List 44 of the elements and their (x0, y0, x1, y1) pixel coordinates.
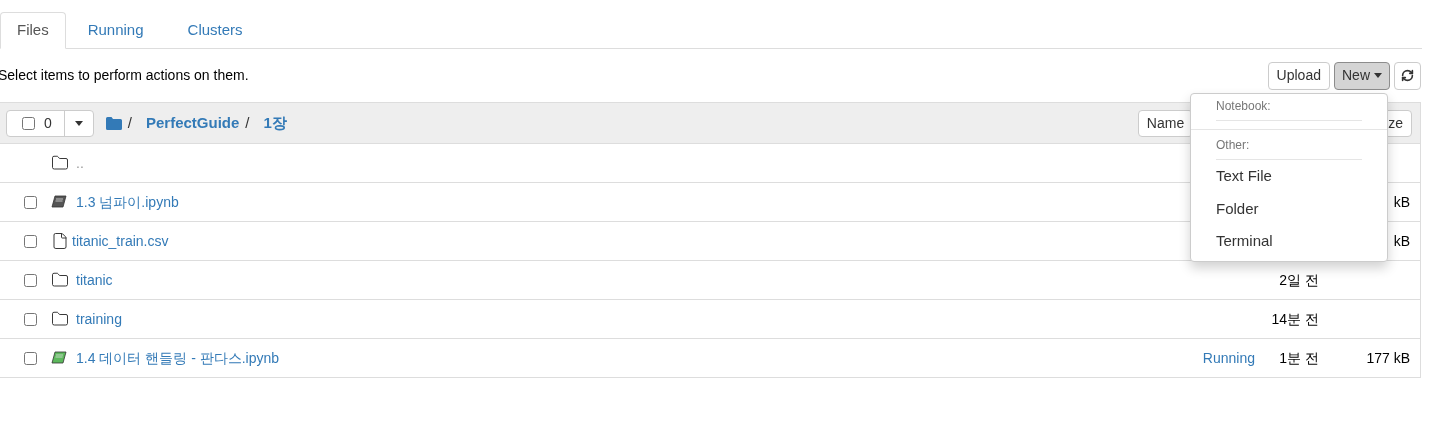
path-separator: / (245, 112, 250, 133)
file-size: kB (1393, 193, 1410, 210)
checkbox[interactable] (24, 351, 37, 365)
file-link[interactable]: titanic_train.csv (72, 230, 169, 252)
tab[interactable]: Clusters (165, 12, 265, 49)
menu-section-header: Other: (1216, 136, 1362, 160)
file-link[interactable]: .. (76, 152, 84, 174)
path-separator: / (127, 112, 132, 133)
folder-icon[interactable] (105, 116, 122, 130)
breadcrumb-link[interactable]: 1장 (263, 111, 287, 135)
breadcrumb-link[interactable]: PerfectGuide (145, 111, 240, 135)
file-link[interactable]: 1.3 넘파이.ipynb (76, 191, 179, 213)
caret-icon (1374, 73, 1382, 78)
file-link[interactable]: titanic (76, 269, 113, 291)
refresh-button[interactable] (1394, 61, 1421, 90)
menu-section-header: Notebook: (1216, 97, 1362, 121)
tab[interactable]: Files (0, 12, 66, 49)
menu-item[interactable]: Terminal (1191, 225, 1387, 258)
checkbox[interactable] (22, 116, 35, 130)
new-button[interactable]: New (1334, 61, 1390, 90)
select-all-control[interactable]: 0 (6, 109, 94, 137)
status-text: Running (1202, 348, 1255, 368)
menu-item[interactable]: Folder (1191, 192, 1387, 225)
caret-icon (74, 120, 83, 126)
checkbox[interactable] (24, 195, 37, 209)
file-link[interactable]: 1.4 데이터 핸들링 - 판다스.ipynb (76, 347, 280, 369)
file-size: 177 kB (1366, 349, 1410, 366)
folder-icon (51, 154, 69, 172)
selection-count: 0 (44, 113, 52, 133)
file-size: kB (1393, 232, 1410, 249)
checkbox[interactable] (24, 234, 37, 248)
upload-button[interactable]: Upload (1267, 61, 1330, 90)
folder-icon (51, 310, 69, 328)
folder-icon (51, 271, 69, 289)
tab[interactable]: Running (65, 12, 166, 49)
checkbox[interactable] (24, 312, 37, 326)
file-icon (51, 232, 69, 250)
refresh-icon (1401, 69, 1414, 82)
modified-time: 1분 전 (1279, 349, 1319, 366)
menu-item[interactable]: Text File (1191, 160, 1387, 193)
checkbox[interactable] (24, 273, 37, 287)
file-link[interactable]: training (76, 308, 122, 330)
modified-time: 2일 전 (1279, 271, 1319, 288)
modified-time: 14분 전 (1271, 310, 1319, 327)
